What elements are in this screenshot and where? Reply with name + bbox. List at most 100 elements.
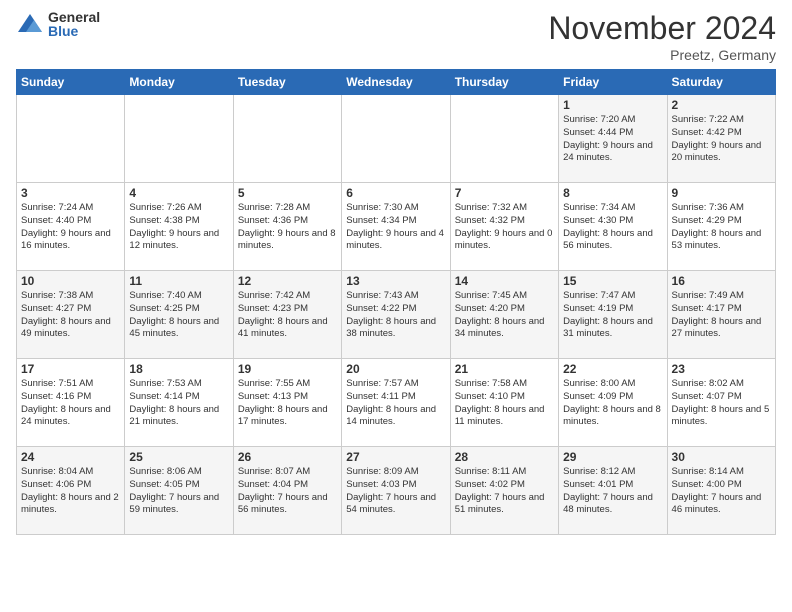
logo-general: General [48, 10, 100, 24]
day-number: 16 [672, 274, 771, 288]
day-info: Sunrise: 7:38 AM Sunset: 4:27 PM Dayligh… [21, 290, 120, 341]
day-number: 5 [238, 186, 337, 200]
day-info: Sunrise: 7:34 AM Sunset: 4:30 PM Dayligh… [563, 202, 662, 253]
day-number: 24 [21, 450, 120, 464]
weekday-header-friday: Friday [559, 70, 667, 95]
day-number: 22 [563, 362, 662, 376]
day-info: Sunrise: 8:12 AM Sunset: 4:01 PM Dayligh… [563, 466, 662, 517]
day-number: 8 [563, 186, 662, 200]
day-info: Sunrise: 7:22 AM Sunset: 4:42 PM Dayligh… [672, 114, 771, 165]
day-info: Sunrise: 7:55 AM Sunset: 4:13 PM Dayligh… [238, 378, 337, 429]
day-number: 28 [455, 450, 554, 464]
day-info: Sunrise: 8:14 AM Sunset: 4:00 PM Dayligh… [672, 466, 771, 517]
day-number: 29 [563, 450, 662, 464]
week-row-2: 3Sunrise: 7:24 AM Sunset: 4:40 PM Daylig… [17, 183, 776, 271]
day-number: 1 [563, 98, 662, 112]
weekday-header-wednesday: Wednesday [342, 70, 450, 95]
day-number: 14 [455, 274, 554, 288]
logo: General Blue [16, 10, 100, 38]
weekday-header-sunday: Sunday [17, 70, 125, 95]
day-cell: 10 Sunrise: 7:38 AM Sunset: 4:27 PM Dayli… [17, 271, 125, 359]
day-number: 30 [672, 450, 771, 464]
day-cell: 17Sunrise: 7:51 AM Sunset: 4:16 PM Dayli… [17, 359, 125, 447]
day-number: 18 [129, 362, 228, 376]
day-info: Sunrise: 7:28 AM Sunset: 4:36 PM Dayligh… [238, 202, 337, 253]
day-cell: 30 Sunrise: 8:14 AM Sunset: 4:00 PM Dayli… [667, 447, 775, 535]
day-number: 21 [455, 362, 554, 376]
day-cell: 5 Sunrise: 7:28 AM Sunset: 4:36 PM Daylig… [233, 183, 341, 271]
day-number: 9 [672, 186, 771, 200]
day-info: Sunrise: 8:09 AM Sunset: 4:03 PM Dayligh… [346, 466, 445, 517]
day-cell: 21 Sunrise: 7:58 AM Sunset: 4:10 PM Dayli… [450, 359, 558, 447]
calendar-header: SundayMondayTuesdayWednesdayThursdayFrid… [17, 70, 776, 95]
day-cell: 24 Sunrise: 8:04 AM Sunset: 4:06 PM Dayli… [17, 447, 125, 535]
day-cell: 8 Sunrise: 7:34 AM Sunset: 4:30 PM Daylig… [559, 183, 667, 271]
day-cell: 4 Sunrise: 7:26 AM Sunset: 4:38 PM Daylig… [125, 183, 233, 271]
day-cell: 9 Sunrise: 7:36 AM Sunset: 4:29 PM Daylig… [667, 183, 775, 271]
day-cell: 12 Sunrise: 7:42 AM Sunset: 4:23 PM Dayli… [233, 271, 341, 359]
page: General Blue November 2024 Preetz, Germa… [0, 0, 792, 612]
week-row-5: 24 Sunrise: 8:04 AM Sunset: 4:06 PM Dayli… [17, 447, 776, 535]
day-cell: 29 Sunrise: 8:12 AM Sunset: 4:01 PM Dayli… [559, 447, 667, 535]
day-cell: 20 Sunrise: 7:57 AM Sunset: 4:11 PM Dayli… [342, 359, 450, 447]
day-cell: 26 Sunrise: 8:07 AM Sunset: 4:04 PM Dayli… [233, 447, 341, 535]
day-info: Sunrise: 7:26 AM Sunset: 4:38 PM Dayligh… [129, 202, 228, 253]
day-number: 19 [238, 362, 337, 376]
day-info: Sunrise: 7:58 AM Sunset: 4:10 PM Dayligh… [455, 378, 554, 429]
day-cell: 23Sunrise: 8:02 AM Sunset: 4:07 PM Dayli… [667, 359, 775, 447]
weekday-header-thursday: Thursday [450, 70, 558, 95]
day-info: Sunrise: 8:00 AM Sunset: 4:09 PM Dayligh… [563, 378, 662, 429]
day-number: 12 [238, 274, 337, 288]
day-info: Sunrise: 7:42 AM Sunset: 4:23 PM Dayligh… [238, 290, 337, 341]
day-info: Sunrise: 8:07 AM Sunset: 4:04 PM Dayligh… [238, 466, 337, 517]
day-info: Sunrise: 8:11 AM Sunset: 4:02 PM Dayligh… [455, 466, 554, 517]
title-block: November 2024 Preetz, Germany [548, 10, 776, 63]
day-cell [342, 95, 450, 183]
logo-text: General Blue [48, 10, 100, 38]
day-info: Sunrise: 7:32 AM Sunset: 4:32 PM Dayligh… [455, 202, 554, 253]
day-cell: 14 Sunrise: 7:45 AM Sunset: 4:20 PM Dayli… [450, 271, 558, 359]
day-number: 27 [346, 450, 445, 464]
day-info: Sunrise: 7:49 AM Sunset: 4:17 PM Dayligh… [672, 290, 771, 341]
day-cell: 18 Sunrise: 7:53 AM Sunset: 4:14 PM Dayli… [125, 359, 233, 447]
calendar-body: 1 Sunrise: 7:20 AM Sunset: 4:44 PM Daylig… [17, 95, 776, 535]
day-number: 7 [455, 186, 554, 200]
day-info: Sunrise: 7:47 AM Sunset: 4:19 PM Dayligh… [563, 290, 662, 341]
day-info: Sunrise: 8:04 AM Sunset: 4:06 PM Dayligh… [21, 466, 120, 517]
day-number: 13 [346, 274, 445, 288]
weekday-header-tuesday: Tuesday [233, 70, 341, 95]
day-number: 4 [129, 186, 228, 200]
day-cell: 2Sunrise: 7:22 AM Sunset: 4:42 PM Daylig… [667, 95, 775, 183]
weekday-row: SundayMondayTuesdayWednesdayThursdayFrid… [17, 70, 776, 95]
day-info: Sunrise: 7:20 AM Sunset: 4:44 PM Dayligh… [563, 114, 662, 165]
day-info: Sunrise: 8:02 AM Sunset: 4:07 PM Dayligh… [672, 378, 771, 429]
day-cell: 6Sunrise: 7:30 AM Sunset: 4:34 PM Daylig… [342, 183, 450, 271]
day-info: Sunrise: 7:40 AM Sunset: 4:25 PM Dayligh… [129, 290, 228, 341]
weekday-header-monday: Monday [125, 70, 233, 95]
day-cell: 22 Sunrise: 8:00 AM Sunset: 4:09 PM Dayli… [559, 359, 667, 447]
day-number: 6 [346, 186, 445, 200]
logo-blue: Blue [48, 24, 100, 38]
location: Preetz, Germany [548, 47, 776, 63]
day-cell: 27 Sunrise: 8:09 AM Sunset: 4:03 PM Dayli… [342, 447, 450, 535]
day-info: Sunrise: 7:43 AM Sunset: 4:22 PM Dayligh… [346, 290, 445, 341]
week-row-1: 1 Sunrise: 7:20 AM Sunset: 4:44 PM Daylig… [17, 95, 776, 183]
day-number: 10 [21, 274, 120, 288]
day-cell: 11Sunrise: 7:40 AM Sunset: 4:25 PM Dayli… [125, 271, 233, 359]
day-info: Sunrise: 7:53 AM Sunset: 4:14 PM Dayligh… [129, 378, 228, 429]
calendar: SundayMondayTuesdayWednesdayThursdayFrid… [16, 69, 776, 535]
day-info: Sunrise: 7:57 AM Sunset: 4:11 PM Dayligh… [346, 378, 445, 429]
day-cell [17, 95, 125, 183]
day-info: Sunrise: 7:45 AM Sunset: 4:20 PM Dayligh… [455, 290, 554, 341]
day-info: Sunrise: 7:36 AM Sunset: 4:29 PM Dayligh… [672, 202, 771, 253]
day-info: Sunrise: 7:24 AM Sunset: 4:40 PM Dayligh… [21, 202, 120, 253]
day-cell: 15Sunrise: 7:47 AM Sunset: 4:19 PM Dayli… [559, 271, 667, 359]
day-cell: 25Sunrise: 8:06 AM Sunset: 4:05 PM Dayli… [125, 447, 233, 535]
day-number: 26 [238, 450, 337, 464]
logo-icon [16, 10, 44, 38]
day-cell [125, 95, 233, 183]
day-number: 20 [346, 362, 445, 376]
day-number: 25 [129, 450, 228, 464]
day-number: 17 [21, 362, 120, 376]
month-title: November 2024 [548, 10, 776, 47]
